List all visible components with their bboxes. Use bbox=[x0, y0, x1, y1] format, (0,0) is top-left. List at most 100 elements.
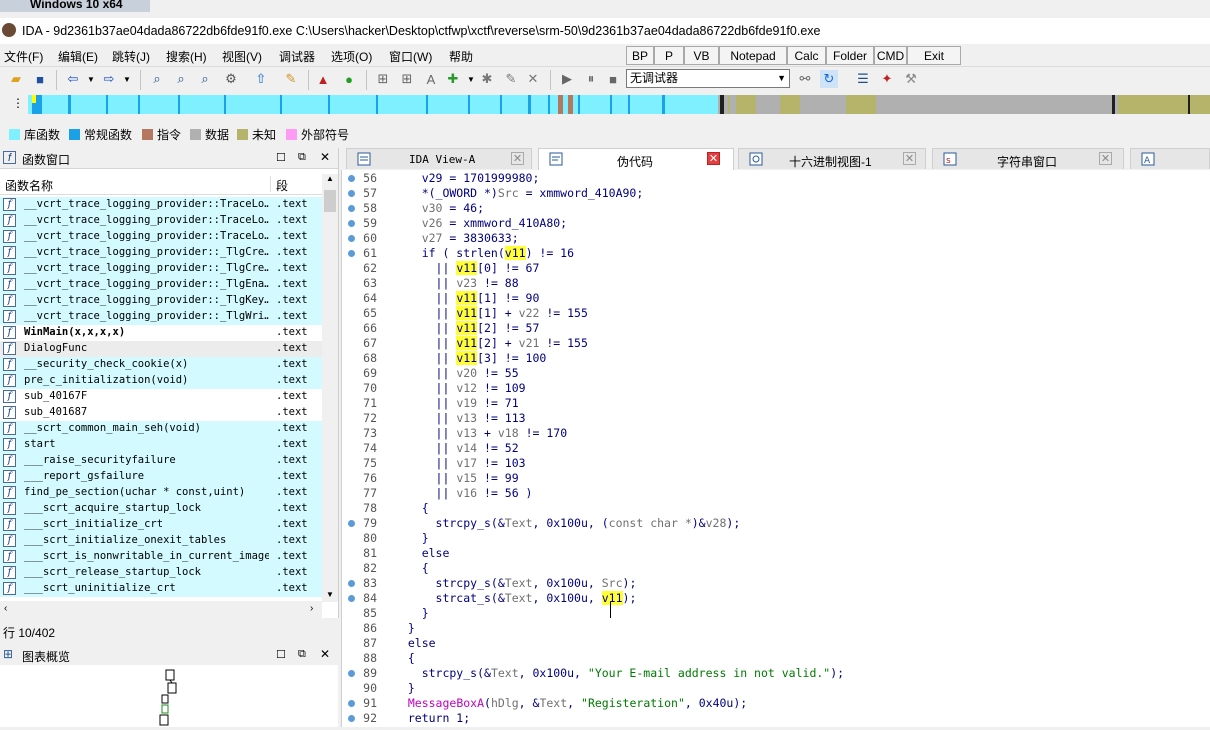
search-immediate-icon[interactable]: ⌕ bbox=[196, 70, 214, 88]
stop-icon[interactable]: ■ bbox=[604, 70, 622, 88]
back-arrow-icon[interactable]: ⇦ bbox=[64, 70, 82, 88]
function-row[interactable]: f __vcrt_trace_logging_provider::_TlgCre…… bbox=[0, 261, 322, 277]
function-row[interactable]: f sub_40167F .text bbox=[0, 389, 322, 405]
code-line[interactable]: 76 || v15 != 99 bbox=[341, 471, 1210, 486]
code-line[interactable]: 65 || v11[1] + v22 != 155 bbox=[341, 306, 1210, 321]
function-row[interactable]: f ___scrt_release_startup_lock .text bbox=[0, 565, 322, 581]
menu-help[interactable]: 帮助 bbox=[449, 48, 473, 65]
code-line[interactable]: 69 || v20 != 55 bbox=[341, 366, 1210, 381]
code-line[interactable]: 70 || v12 != 109 bbox=[341, 381, 1210, 396]
vb-button[interactable]: VB bbox=[684, 46, 719, 65]
scroll-left-icon[interactable]: ‹ bbox=[4, 603, 7, 614]
close-icon[interactable]: ✕ bbox=[524, 70, 542, 88]
close-icon[interactable]: ✕ bbox=[707, 152, 720, 165]
breakpoint-dot-icon[interactable] bbox=[348, 250, 355, 257]
function-row[interactable]: f __vcrt_trace_logging_provider::_TlgEna…… bbox=[0, 277, 322, 293]
exit-button[interactable]: Exit bbox=[907, 46, 961, 65]
refresh-icon[interactable]: ↻ bbox=[820, 70, 838, 88]
function-row[interactable]: f __vcrt_trace_logging_provider::TraceLo…… bbox=[0, 197, 322, 213]
plugin-icon[interactable]: ✦ bbox=[878, 70, 896, 88]
code-line[interactable]: 84 strcat_s(&Text, 0x100u, v11); bbox=[341, 591, 1210, 606]
restore-icon[interactable]: ⧉ bbox=[298, 648, 306, 661]
functions-vertical-scrollbar[interactable]: ▲ ▼ bbox=[322, 174, 338, 602]
code-line[interactable]: 79 strcpy_s(&Text, 0x100u, (const char *… bbox=[341, 516, 1210, 531]
code-line[interactable]: 81 else bbox=[341, 546, 1210, 561]
code-line[interactable]: 68 || v11[3] != 100 bbox=[341, 351, 1210, 366]
string-icon[interactable]: A bbox=[422, 70, 440, 88]
function-row[interactable]: f ___report_gsfailure .text bbox=[0, 469, 322, 485]
code-icon[interactable]: ⚙ bbox=[222, 70, 240, 88]
function-row[interactable]: f ___scrt_initialize_crt .text bbox=[0, 517, 322, 533]
code-line[interactable]: 61 if ( strlen(v11) != 16 bbox=[341, 246, 1210, 261]
function-row[interactable]: f __vcrt_trace_logging_provider::_TlgCre…… bbox=[0, 245, 322, 261]
code-line[interactable]: 92 return 1; bbox=[341, 711, 1210, 726]
enum-icon[interactable]: ⊞ bbox=[398, 70, 416, 88]
search-text-icon[interactable]: ⌕ bbox=[172, 70, 190, 88]
code-line[interactable]: 85 } bbox=[341, 606, 1210, 621]
code-line[interactable]: 75 || v17 != 103 bbox=[341, 456, 1210, 471]
code-line[interactable]: 91 MessageBoxA(hDlg, &Text, "Registerati… bbox=[341, 696, 1210, 711]
add-icon[interactable]: ✚ bbox=[444, 70, 462, 88]
close-icon[interactable]: ✕ bbox=[320, 647, 330, 661]
breakpoint-dot-icon[interactable] bbox=[348, 580, 355, 587]
p-button[interactable]: P bbox=[654, 46, 684, 65]
code-line[interactable]: 87 else bbox=[341, 636, 1210, 651]
warning-icon[interactable]: ▲ bbox=[314, 70, 332, 88]
code-line[interactable]: 64 || v11[1] != 90 bbox=[341, 291, 1210, 306]
function-row[interactable]: f ___scrt_acquire_startup_lock .text bbox=[0, 501, 322, 517]
column-segment[interactable]: 段 bbox=[276, 177, 288, 194]
breakpoint-dot-icon[interactable] bbox=[348, 595, 355, 602]
tab-pseudocode[interactable]: 伪代码 ✕ bbox=[538, 148, 734, 171]
save-icon[interactable]: ■ bbox=[31, 70, 49, 88]
function-row[interactable]: f __vcrt_trace_logging_provider::TraceLo…… bbox=[0, 229, 322, 245]
close-icon[interactable]: ✕ bbox=[511, 152, 524, 165]
close-icon[interactable]: ✕ bbox=[1099, 152, 1112, 165]
code-line[interactable]: 86 } bbox=[341, 621, 1210, 636]
attach-icon[interactable]: ⚯ bbox=[796, 70, 814, 88]
close-icon[interactable]: ✕ bbox=[320, 150, 330, 164]
calc-button[interactable]: Calc bbox=[787, 46, 826, 65]
breakpoint-dot-icon[interactable] bbox=[348, 205, 355, 212]
vm-tab[interactable]: Windows 10 x64 bbox=[0, 0, 150, 12]
menu-jump[interactable]: 跳转(J) bbox=[112, 48, 150, 65]
breakpoint-dot-icon[interactable] bbox=[348, 220, 355, 227]
forward-arrow-icon[interactable]: ⇨ bbox=[100, 70, 118, 88]
patch-icon[interactable]: ✎ bbox=[282, 70, 300, 88]
navigation-strip[interactable] bbox=[28, 95, 1210, 114]
struct-icon[interactable]: ⊞ bbox=[374, 70, 392, 88]
bp-button[interactable]: BP bbox=[626, 46, 654, 65]
menu-edit[interactable]: 编辑(E) bbox=[58, 48, 98, 65]
scroll-up-icon[interactable]: ▲ bbox=[326, 174, 334, 183]
code-line[interactable]: 59 v26 = xmmword_410A80; bbox=[341, 216, 1210, 231]
tab-strings[interactable]: s 字符串窗口 ✕ bbox=[932, 148, 1124, 169]
menu-view[interactable]: 视图(V) bbox=[222, 48, 262, 65]
play-icon[interactable]: ▶ bbox=[558, 70, 576, 88]
code-line[interactable]: 90 } bbox=[341, 681, 1210, 696]
function-row[interactable]: f pre_c_initialization(void) .text bbox=[0, 373, 322, 389]
green-circle-icon[interactable]: ● bbox=[340, 70, 358, 88]
cmd-button[interactable]: CMD bbox=[874, 46, 907, 65]
function-row[interactable]: f find_pe_section(uchar * const,uint) .tex… bbox=[0, 485, 322, 501]
functions-scroll-thumb[interactable] bbox=[324, 190, 336, 212]
code-line[interactable]: 80 } bbox=[341, 531, 1210, 546]
breakpoint-dot-icon[interactable] bbox=[348, 700, 355, 707]
function-row[interactable]: f ___raise_securityfailure .text bbox=[0, 453, 322, 469]
function-row[interactable]: f WinMain(x,x,x,x) .text bbox=[0, 325, 322, 341]
pause-icon[interactable]: ⏸ bbox=[582, 70, 600, 88]
edit-icon[interactable]: ✎ bbox=[502, 70, 520, 88]
graph-overview-canvas[interactable] bbox=[0, 665, 338, 727]
function-row[interactable]: f __scrt_common_main_seh(void) .text bbox=[0, 421, 322, 437]
function-row[interactable]: f start .text bbox=[0, 437, 322, 453]
scroll-right-icon[interactable]: › bbox=[310, 603, 313, 614]
code-line[interactable]: 88 { bbox=[341, 651, 1210, 666]
scroll-down-icon[interactable]: ▼ bbox=[326, 590, 334, 599]
maximize-icon[interactable]: ☐ bbox=[276, 648, 286, 661]
code-line[interactable]: 89 strcpy_s(&Text, 0x100u, "Your E-mail … bbox=[341, 666, 1210, 681]
breakpoint-dot-icon[interactable] bbox=[348, 175, 355, 182]
breakpoint-dot-icon[interactable] bbox=[348, 670, 355, 677]
menu-options[interactable]: 选项(O) bbox=[331, 48, 372, 65]
code-line[interactable]: 66 || v11[2] != 57 bbox=[341, 321, 1210, 336]
breakpoint-dot-icon[interactable] bbox=[348, 520, 355, 527]
back-dropdown-icon[interactable]: ▼ bbox=[82, 70, 100, 88]
open-folder-icon[interactable]: ▰ bbox=[7, 70, 25, 88]
